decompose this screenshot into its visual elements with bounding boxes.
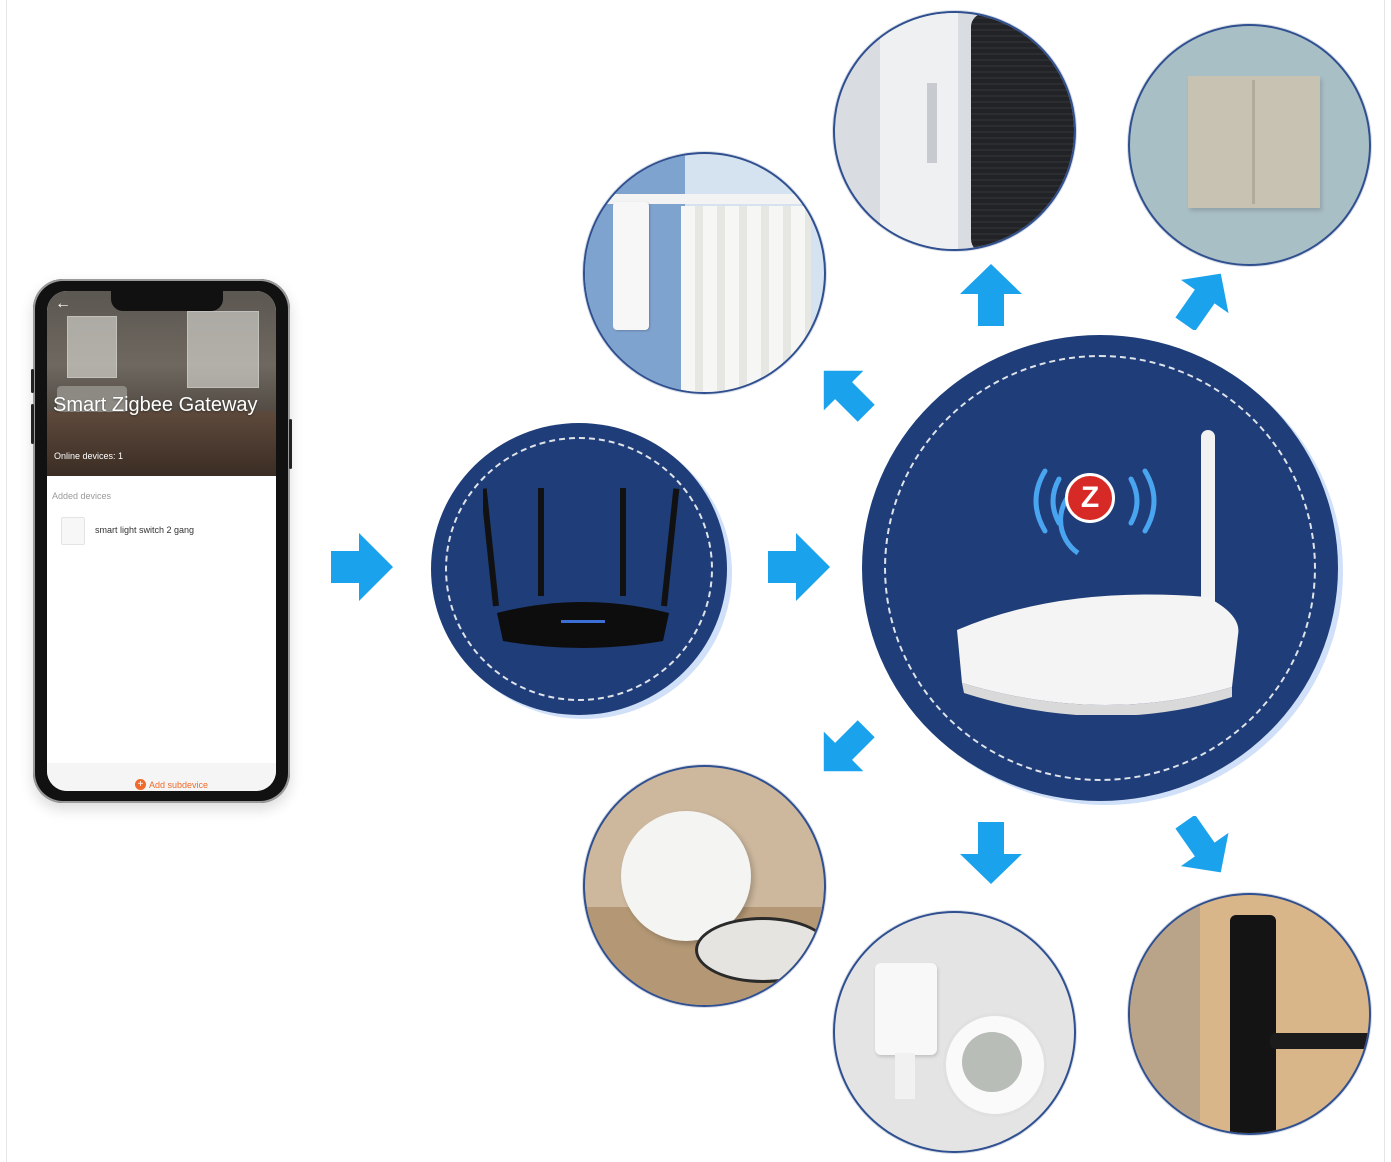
phone-volume-button — [31, 404, 34, 444]
solar-curtain-circle — [833, 11, 1076, 251]
arrow-down-icon — [960, 822, 1022, 884]
device-list-item[interactable]: smart light switch 2 gang — [57, 513, 267, 547]
arrow-up-right-icon — [1175, 273, 1229, 330]
zigbee-logo-icon: Z — [1065, 473, 1115, 523]
motor-clip — [927, 83, 937, 163]
zigbee-hub-circle — [862, 335, 1338, 801]
wifi-router-icon — [483, 488, 680, 648]
smart-lock-icon — [1230, 915, 1276, 1133]
smart-lock-circle — [1128, 893, 1371, 1135]
online-devices-count: Online devices: 1 — [54, 451, 124, 461]
sensor-plate — [695, 917, 824, 983]
thermometer-icon — [943, 1013, 1047, 1117]
add-icon: + — [135, 779, 146, 790]
curtain-fabric — [681, 206, 811, 392]
sensor-stand — [895, 1053, 915, 1099]
room-window — [67, 316, 117, 378]
curtain-motor-icon — [880, 13, 958, 249]
arrow-up-left-icon — [823, 370, 875, 422]
door-sensor-circle — [583, 765, 826, 1007]
switch-divider — [1252, 80, 1255, 204]
wifi-router-circle — [431, 423, 727, 715]
door-handle — [1270, 1033, 1369, 1049]
add-subdevice-button[interactable]: + Add subdevice — [135, 779, 208, 790]
arrow-right-icon — [331, 533, 393, 601]
arrow-up-icon — [960, 264, 1022, 326]
arrow-right-icon — [768, 533, 830, 601]
wall-switch-circle — [1128, 24, 1371, 266]
added-devices-label: Added devices — [52, 491, 112, 501]
motion-sensor-icon — [875, 963, 937, 1055]
motion-thermo-circle — [833, 911, 1076, 1153]
door-frame — [1130, 895, 1200, 1133]
frame-right-edge — [1384, 0, 1385, 1162]
room-floor — [47, 411, 276, 476]
room-window — [187, 311, 259, 388]
curtain-motor-circle — [583, 152, 826, 394]
add-subdevice-label: Add subdevice — [149, 779, 209, 790]
phone-screen: ← Smart Zigbee Gateway Online devices: 1… — [47, 291, 276, 791]
phone-notch — [111, 291, 223, 311]
phone-power-button — [289, 419, 292, 469]
solar-panel-icon — [971, 13, 1074, 249]
arrow-down-left-icon — [823, 720, 875, 772]
frame-left-edge — [6, 0, 7, 1162]
app-title: Smart Zigbee Gateway — [53, 394, 258, 416]
device-name: smart light switch 2 gang — [95, 525, 195, 535]
lcd-display — [962, 1032, 1022, 1092]
curtain-motor-icon — [613, 202, 649, 330]
app-header-image — [47, 291, 276, 476]
wall-switch-icon — [1188, 76, 1320, 208]
phone-volume-button — [31, 369, 34, 393]
arrow-down-right-icon — [1175, 816, 1229, 873]
back-arrow-icon[interactable]: ← — [55, 295, 71, 313]
smartphone: ← Smart Zigbee Gateway Online devices: 1… — [31, 279, 292, 803]
switch-thumbnail-icon — [61, 517, 85, 545]
